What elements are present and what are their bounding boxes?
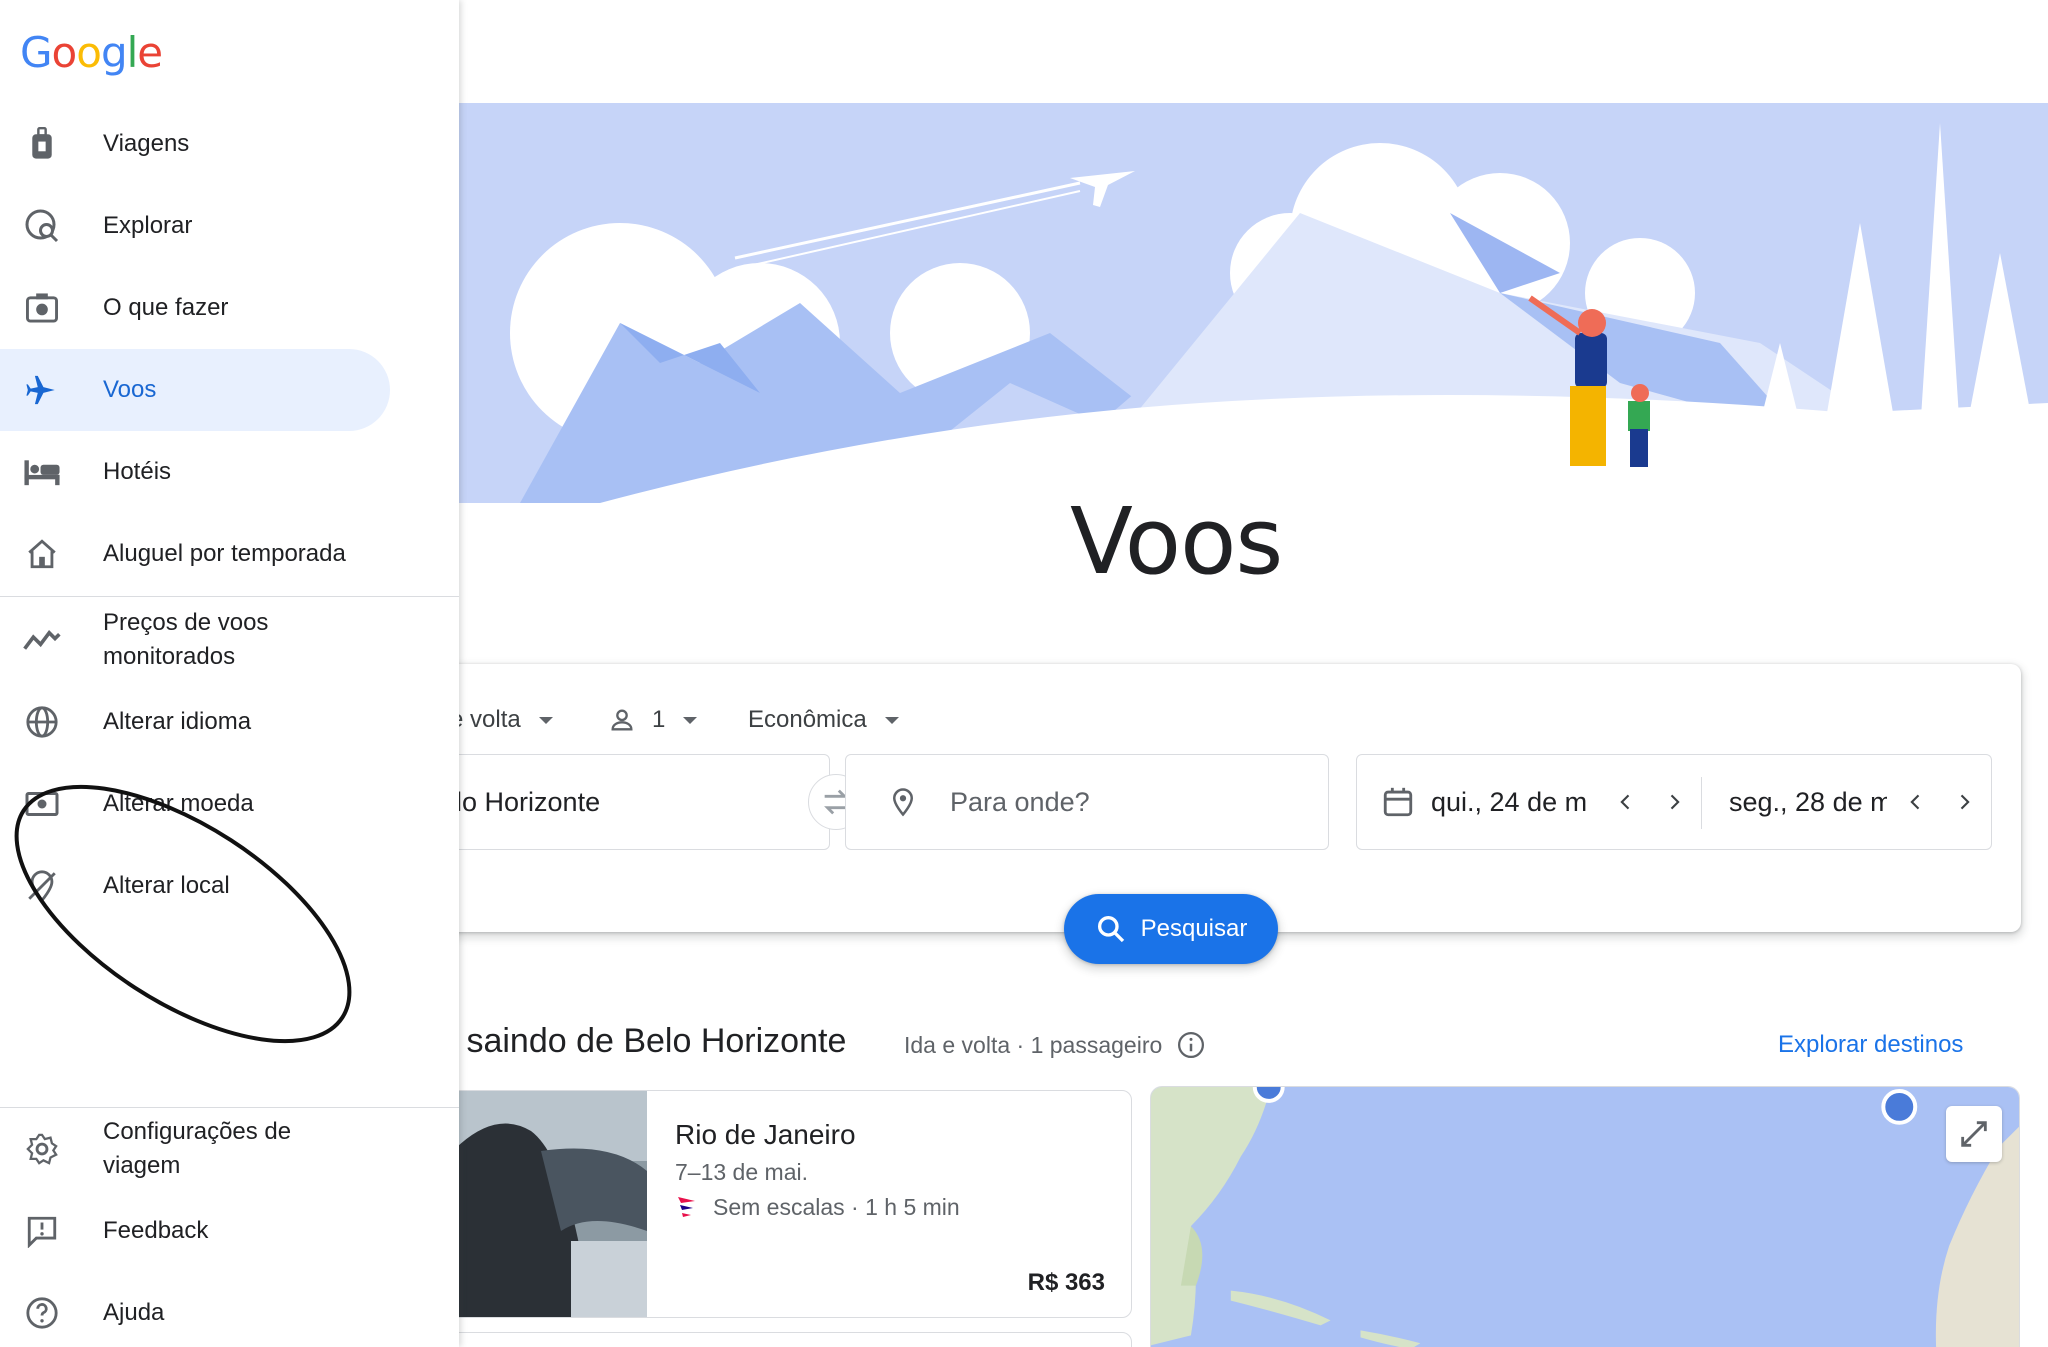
annotation-ellipse: [14, 784, 352, 1044]
